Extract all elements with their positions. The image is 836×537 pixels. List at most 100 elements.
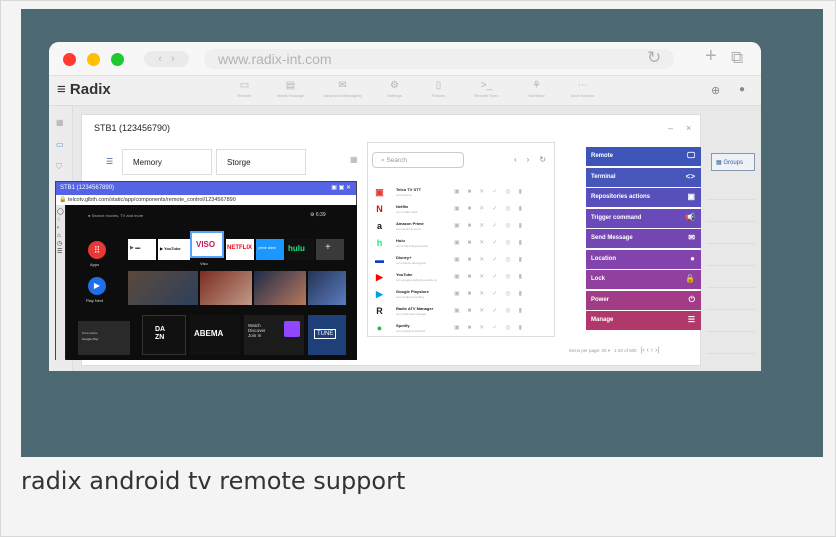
action-trigger-command-button[interactable]: Trigger command 📢 [586,208,701,228]
card: ‹ › www.radix-int.com ↻ + ⧉ ≡ Radix ▭ Rem… [0,0,836,537]
video-thumbnail-1[interactable] [128,271,198,305]
package-icon: ▤ [285,80,296,91]
channel-dazn[interactable]: DA ZN [142,315,186,355]
action-send-message-button[interactable]: Send Message ✉ [586,229,701,248]
action-lock-button[interactable]: Lock 🔒 [586,270,701,289]
page-nav-icons[interactable]: |‹ ‹ › ›| [640,347,659,354]
app-package: com.netflix.ninja [396,210,418,214]
per-page-select[interactable]: 20 [602,348,607,353]
nav-label: Advanced Messaging [323,93,362,98]
bookmark-icon: ▯ [435,80,442,91]
app-icon: ▶ [376,272,383,282]
logo-text: Radix [69,81,111,98]
nav-arrows[interactable]: ‹ › [144,51,189,67]
grid-icon[interactable]: ▦ [350,155,358,164]
video-thumbnail-4[interactable] [308,271,346,305]
nav-remote-exec[interactable]: >_ Remote Exec [459,80,514,99]
maximize-window-button[interactable] [111,53,124,66]
app-action-icons[interactable]: ▣■✕✓◎▮ [454,324,530,331]
devices-icon[interactable]: ▭ [56,140,64,149]
nav-policies[interactable]: ▯ Policies [411,80,466,99]
channel-google-tv[interactable]: ▶ ▬ [128,239,156,260]
app-package: com.amazon.avod [396,227,421,231]
memory-label: Memory [133,158,162,167]
app-name: Hulu [396,238,405,243]
channel-tune[interactable]: TUNE [308,315,346,355]
app-action-icons[interactable]: ▣■✕✓◎▮ [454,273,530,280]
menu-icon[interactable]: ☰ [106,157,113,166]
nav-more-actions[interactable]: ⋯ More Actions [555,80,610,99]
add-channel-button[interactable]: + [316,239,344,260]
action-power-button[interactable]: Power ⏻ [586,290,701,310]
nav-advanced-messaging[interactable]: ✉ Advanced Messaging [315,80,370,99]
app-action-icons[interactable]: ▣■✕✓◎▮ [454,290,530,297]
remote-control-window: STB1 (1234567890) ▣ ▣ ✕ 🔒 telcotv.glbth.co… [55,181,357,360]
apps-icon[interactable]: ⠿ [88,241,106,259]
action-terminal-button[interactable]: Terminal <> [586,167,701,187]
action-icon: <> [685,171,695,181]
channel-prime-video[interactable]: prime video [256,239,284,260]
reload-icon[interactable]: ↻ [647,48,661,68]
channel-hulu[interactable]: hulu [286,239,314,260]
viso-label: Viso [200,261,208,266]
forward-icon[interactable]: › [171,53,175,65]
remote-title: STB1 (1234567890) [60,185,115,191]
shield-icon[interactable]: ⛉ [56,162,62,172]
back-icon[interactable]: ‹ [158,53,162,65]
app-action-icons[interactable]: ▣■✕✓◎▮ [454,222,530,229]
action-repositories-actions-button[interactable]: Repositories actions ▣ [586,188,701,207]
app-search-input[interactable]: ⌕ Search [372,152,464,168]
channel-abema[interactable]: ABEMA [190,315,240,355]
prime-label: prime video [258,246,277,250]
tune-label: TUNE [314,329,337,339]
new-tab-icon[interactable]: + [705,45,717,68]
remote-tool-icons[interactable]: ◯ ◌ ‹ ⌂ ◷ ☰ [56,205,65,256]
tv-search-hint[interactable]: ● Search movies, TV and more [88,213,143,218]
remote-window-controls[interactable]: ▣ ▣ ✕ [331,184,351,191]
globe-icon[interactable]: ⊕ [711,84,720,97]
groups-button[interactable]: ▦ Groups [711,153,755,171]
table-row [706,200,756,222]
pager-controls[interactable]: ‹›↻ [514,155,556,164]
action-label: Terminal [591,173,616,180]
app-action-icons[interactable]: ▣■✕✓◎▮ [454,307,530,314]
channel-netflix[interactable]: NETFLIX [226,239,254,260]
promo-card[interactable]: Personalize Google Play [78,321,130,355]
app-package: com.android.vending [396,295,424,299]
action-label: Remote [591,153,614,159]
table-row [706,310,756,332]
app-action-icons[interactable]: ▣■✕✓◎▮ [454,256,530,263]
app-logo: ≡ Radix [57,81,111,98]
app-icon: a [376,221,382,231]
play-next-icon[interactable]: ▶ [88,277,106,295]
nav-install-package[interactable]: ▤ Install Package [263,80,318,99]
app-action-icons[interactable]: ▣■✕✓◎▮ [454,239,530,246]
app-action-icons[interactable]: ▣■✕✓◎▮ [454,205,530,212]
mail-icon: ✉ [338,80,347,91]
minimize-window-button[interactable] [87,53,100,66]
action-label: Power [591,296,610,303]
video-thumbnail-3[interactable] [254,271,306,305]
tv-screen[interactable]: ● Search movies, TV and more ⚙ 6:39 ⠿ Ap… [66,205,357,360]
action-location-button[interactable]: Location ● [586,249,701,269]
app-package: com.spotify.tv.android [396,329,425,333]
app-action-icons[interactable]: ▣■✕✓◎▮ [454,188,530,195]
dashboard-icon[interactable]: ▦ [56,118,64,127]
app-row: ▶ Google Playstore com.android.vending ▣■✕✓… [374,287,544,305]
tabs-icon[interactable]: ⧉ [731,48,743,68]
per-page-label: Items per page: [569,348,601,353]
close-window-button[interactable] [63,53,76,66]
close-dialog-button[interactable]: × [686,123,691,133]
user-icon[interactable]: ● [739,84,745,95]
channel-twitch[interactable]: Watch Discover Join In [244,315,304,355]
table-row [706,332,756,354]
minimize-dialog-button[interactable]: – [668,123,673,133]
app-row: h Hulu com.hulu.livingroomplus ▣■✕✓◎▮ [374,236,544,254]
pagination: Items per page: 20 ▾ 1-20 of 500 |‹ ‹ › … [569,347,660,354]
action-remote-button[interactable]: Remote 🖵 [586,147,701,166]
channel-viso[interactable]: VISO [190,231,224,258]
channel-youtube[interactable]: ▶ YouTube [158,239,190,260]
address-bar[interactable]: www.radix-int.com [204,49,674,69]
action-manage-button[interactable]: Manage ☰ [586,311,701,330]
video-thumbnail-2[interactable] [200,271,252,305]
